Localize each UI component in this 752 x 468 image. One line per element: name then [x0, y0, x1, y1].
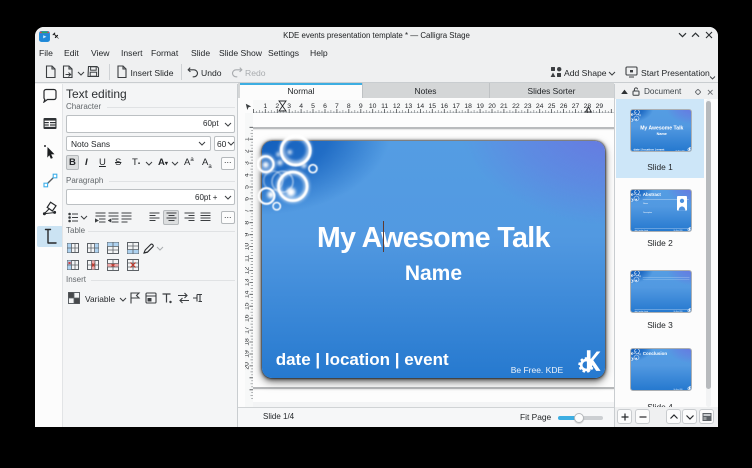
- svg-text:14: 14: [245, 290, 251, 298]
- svg-text:1: 1: [263, 103, 267, 110]
- svg-text:27: 27: [572, 103, 580, 110]
- svg-text:12: 12: [393, 103, 401, 110]
- svg-text:5: 5: [245, 185, 251, 189]
- svg-text:22: 22: [512, 103, 520, 110]
- svg-text:26: 26: [560, 103, 568, 110]
- svg-text:13: 13: [245, 278, 251, 286]
- svg-text:11: 11: [245, 255, 251, 262]
- svg-text:5: 5: [311, 103, 315, 110]
- svg-text:24: 24: [536, 103, 544, 110]
- svg-text:16: 16: [441, 103, 449, 110]
- svg-text:13: 13: [405, 103, 413, 110]
- svg-text:4: 4: [245, 173, 251, 177]
- svg-text:21: 21: [500, 103, 508, 110]
- svg-text:12: 12: [245, 267, 251, 275]
- svg-text:4: 4: [299, 103, 303, 110]
- svg-text:19: 19: [476, 103, 484, 110]
- svg-text:3: 3: [245, 161, 251, 165]
- svg-text:2: 2: [275, 103, 279, 110]
- svg-text:18: 18: [464, 103, 472, 110]
- svg-text:8: 8: [245, 221, 251, 225]
- svg-text:10: 10: [369, 103, 377, 110]
- svg-text:18: 18: [245, 338, 251, 346]
- svg-text:6: 6: [323, 103, 327, 110]
- svg-text:29: 29: [596, 103, 604, 110]
- svg-text:16: 16: [245, 314, 251, 322]
- svg-text:7: 7: [245, 209, 251, 213]
- svg-text:20: 20: [488, 103, 496, 110]
- svg-text:1: 1: [245, 137, 251, 141]
- svg-text:25: 25: [548, 103, 556, 110]
- svg-text:20: 20: [245, 362, 251, 370]
- svg-text:23: 23: [524, 103, 532, 110]
- svg-text:9: 9: [245, 233, 251, 237]
- svg-text:6: 6: [245, 197, 251, 201]
- svg-text:2: 2: [245, 149, 251, 153]
- svg-text:10: 10: [245, 243, 251, 251]
- svg-text:3: 3: [287, 103, 291, 110]
- svg-text:17: 17: [245, 326, 251, 334]
- svg-text:8: 8: [347, 103, 351, 110]
- svg-text:19: 19: [245, 350, 251, 358]
- svg-text:9: 9: [359, 103, 363, 110]
- svg-text:11: 11: [381, 103, 388, 110]
- svg-text:17: 17: [452, 103, 460, 110]
- svg-text:14: 14: [417, 103, 425, 110]
- svg-text:7: 7: [335, 103, 339, 110]
- svg-text:15: 15: [429, 103, 437, 110]
- svg-text:15: 15: [245, 302, 251, 310]
